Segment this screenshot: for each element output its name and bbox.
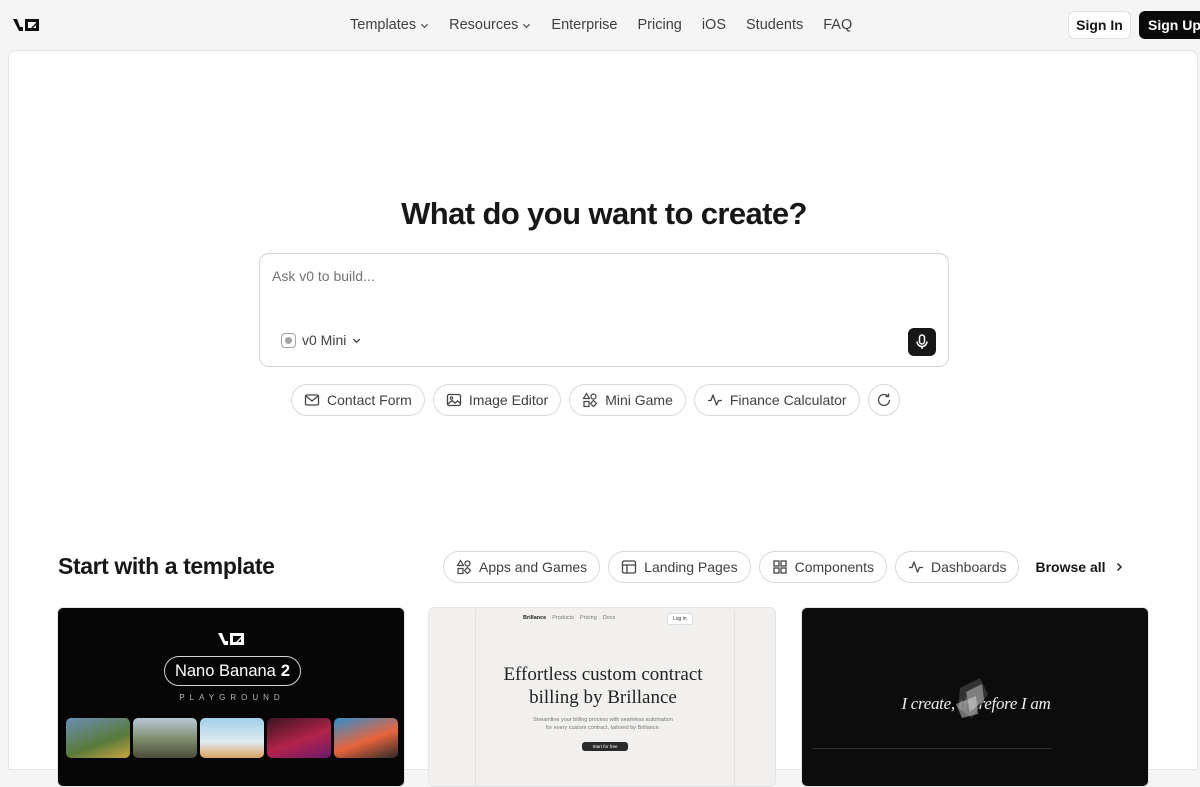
page-title: What do you want to create? xyxy=(401,196,807,231)
nav-templates-label: Templates xyxy=(350,17,417,33)
shapes-icon xyxy=(456,559,472,575)
nav-pricing[interactable]: Pricing xyxy=(638,17,682,33)
layout-icon xyxy=(622,560,637,574)
preview-title-line: billing by Brillance xyxy=(529,687,677,708)
browse-all-link[interactable]: Browse all xyxy=(1035,559,1123,575)
sign-in-button[interactable]: Sign In xyxy=(1068,11,1131,39)
chevron-down-icon xyxy=(353,338,361,343)
thumbnail-image xyxy=(66,718,130,758)
preview-title: Effortless custom contract billing by Br… xyxy=(429,663,775,709)
suggestion-label: Image Editor xyxy=(468,392,549,408)
suggestion-mini-game[interactable]: Mini Game xyxy=(569,384,686,416)
microphone-icon xyxy=(916,334,928,349)
thumbnail-image xyxy=(267,718,331,758)
suggestion-finance-calculator[interactable]: Finance Calculator xyxy=(693,384,860,416)
suggestion-label: Mini Game xyxy=(605,392,673,408)
nav-templates[interactable]: Templates xyxy=(350,17,429,33)
thumbnail-image xyxy=(334,718,398,758)
template-filters: Apps and Games Landing Pages Components … xyxy=(443,551,1124,583)
thumbnail-image xyxy=(200,718,264,758)
template-card-nano-banana[interactable]: Nano Banana 2 PLAYGROUND xyxy=(57,607,405,787)
preview-nav-link: Pricing xyxy=(579,615,597,621)
preview-nav: Brillance Products Pricing Docs xyxy=(523,615,615,621)
filter-landing-pages[interactable]: Landing Pages xyxy=(608,551,751,583)
nav-links: Templates Resources Enterprise Pricing i… xyxy=(350,0,852,50)
v0-logo xyxy=(218,633,244,645)
preview-brand: Brillance xyxy=(523,615,547,621)
shapes-icon xyxy=(582,392,598,408)
v0-logo[interactable] xyxy=(12,16,42,34)
activity-icon xyxy=(908,561,923,573)
chevron-right-icon xyxy=(1116,562,1122,572)
filter-components[interactable]: Components xyxy=(758,551,887,583)
playground-label: PLAYGROUND xyxy=(179,693,285,702)
filter-label: Dashboards xyxy=(930,559,1007,575)
preview-title-line: Effortless custom contract xyxy=(503,664,703,685)
suggestion-image-editor[interactable]: Image Editor xyxy=(432,384,562,416)
grid-icon xyxy=(772,560,787,574)
mail-icon xyxy=(304,394,320,406)
main-panel: What do you want to create? v0 Mini Cont… xyxy=(8,50,1198,787)
top-nav: Templates Resources Enterprise Pricing i… xyxy=(0,0,1200,50)
template-card-brillance[interactable]: Brillance Products Pricing Docs Log in E… xyxy=(428,607,776,787)
preview-subtitle: Streamline your billing process with sea… xyxy=(429,716,775,732)
suggestion-label: Finance Calculator xyxy=(729,392,847,408)
nav-resources-label: Resources xyxy=(449,17,519,33)
nav-students[interactable]: Students xyxy=(746,17,803,33)
model-icon xyxy=(281,332,296,348)
filter-dashboards[interactable]: Dashboards xyxy=(894,551,1020,583)
suggestion-contact-form[interactable]: Contact Form xyxy=(291,384,425,416)
image-icon xyxy=(446,393,461,407)
suggestion-label: Contact Form xyxy=(327,392,412,408)
divider xyxy=(812,748,1052,749)
pill-text: Nano Banana xyxy=(174,661,276,680)
preview-nav-link: Products xyxy=(552,615,574,621)
microphone-button[interactable] xyxy=(908,328,936,356)
templates-heading: Start with a template xyxy=(58,553,275,579)
prompt-box: v0 Mini xyxy=(259,253,949,367)
abstract-shape-icon xyxy=(956,678,988,718)
nav-ios[interactable]: iOS xyxy=(702,17,726,33)
prompt-input[interactable] xyxy=(272,268,932,284)
nano-banana-pill: Nano Banana 2 xyxy=(164,656,301,686)
suggestion-chips: Contact Form Image Editor Mini Game Fina… xyxy=(291,384,900,416)
filter-label: Apps and Games xyxy=(479,559,588,575)
sign-up-button[interactable]: Sign Up xyxy=(1139,11,1200,39)
filter-apps-and-games[interactable]: Apps and Games xyxy=(443,551,601,583)
preview-subtitle-line: Streamline your billing process with sea… xyxy=(533,717,673,723)
refresh-icon xyxy=(877,393,890,407)
preview-login: Log in xyxy=(667,613,693,625)
chevron-down-icon xyxy=(420,23,429,28)
nav-faq[interactable]: FAQ xyxy=(823,17,852,33)
filter-label: Landing Pages xyxy=(644,559,738,575)
activity-icon xyxy=(707,394,722,406)
template-card-portfolio[interactable]: I create, therefore I am xyxy=(801,607,1149,787)
preview-nav-link: Docs xyxy=(602,615,616,621)
chevron-down-icon xyxy=(523,23,531,28)
nav-resources[interactable]: Resources xyxy=(449,17,531,33)
model-selector[interactable]: v0 Mini xyxy=(281,332,361,348)
filter-label: Components xyxy=(794,559,874,575)
model-label: v0 Mini xyxy=(302,332,347,348)
preview-subtitle-line: for every custom contract, tailored by B… xyxy=(545,725,661,731)
nav-enterprise[interactable]: Enterprise xyxy=(551,17,617,33)
browse-all-label: Browse all xyxy=(1035,559,1106,575)
refresh-suggestions-button[interactable] xyxy=(867,384,900,416)
thumbnail-image xyxy=(133,718,197,758)
pill-number: 2 xyxy=(280,661,291,680)
